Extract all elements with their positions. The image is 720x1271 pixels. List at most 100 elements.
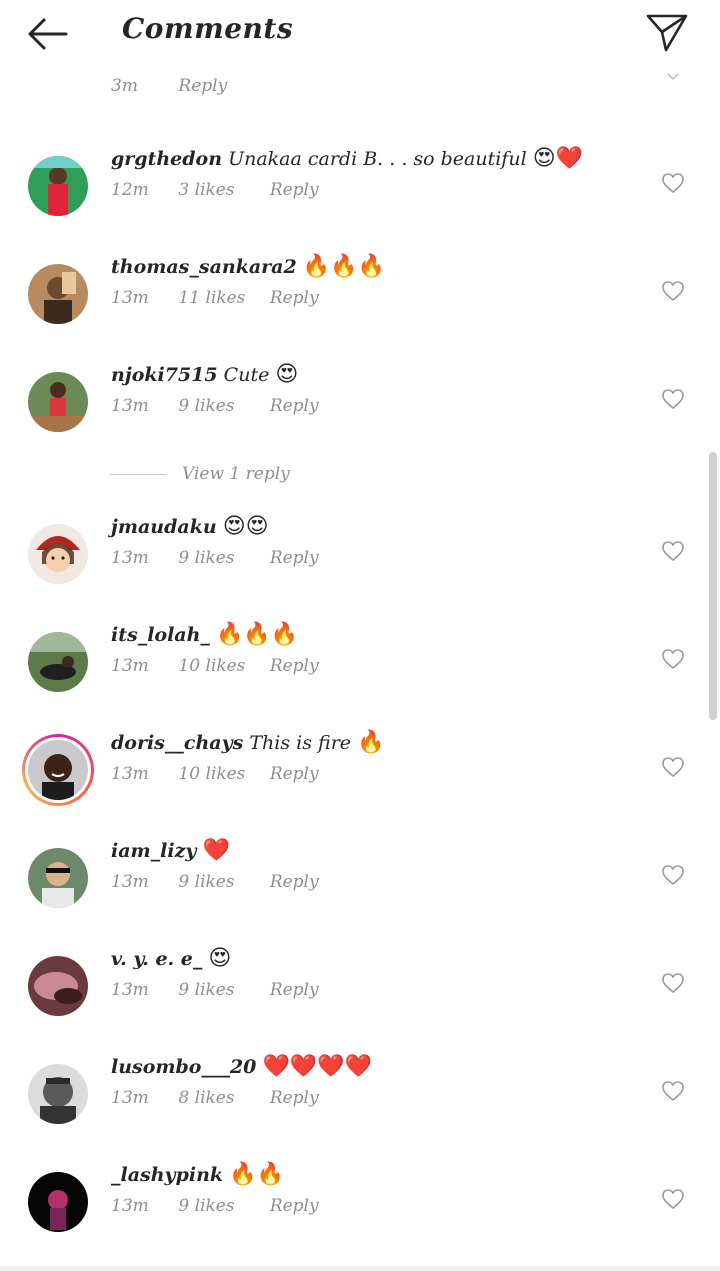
comment-username[interactable]: iam_lizy: [111, 840, 196, 862]
comment-emoji: 🔥🔥🔥: [302, 254, 385, 279]
comment-likes[interactable]: 9 likes: [178, 980, 264, 1000]
comment-meta: 13m 10 likes Reply: [111, 764, 319, 784]
comment-likes[interactable]: 10 likes: [178, 656, 264, 676]
comment-meta: 12m 3 likes Reply: [111, 180, 319, 200]
comment-text-line: lusombo___20 ❤️❤️❤️❤️: [111, 1054, 630, 1079]
comment-text-line: thomas_sankara2 🔥🔥🔥: [111, 254, 630, 279]
scrollbar[interactable]: [709, 452, 717, 720]
comment-username[interactable]: thomas_sankara2: [111, 256, 297, 278]
comment-text-line: jmaudaku 😍😍: [111, 514, 630, 539]
divider: [110, 474, 166, 475]
comment-meta: 13m 9 likes Reply: [111, 396, 319, 416]
comment-time: 13m: [111, 288, 149, 308]
reply-button[interactable]: Reply: [270, 1088, 319, 1108]
comment-meta: 13m 9 likes Reply: [111, 980, 319, 1000]
reply-button[interactable]: Reply: [270, 548, 319, 568]
comment-likes[interactable]: 3 likes: [178, 180, 264, 200]
avatar[interactable]: [28, 156, 88, 216]
avatar[interactable]: [28, 1064, 88, 1124]
comment-body: This is fire: [249, 732, 352, 754]
comment-time: 13m: [111, 548, 149, 568]
comment-username[interactable]: doris__chays: [111, 732, 243, 754]
reply-button[interactable]: Reply: [270, 656, 319, 676]
comment-emoji: 😍: [275, 362, 299, 387]
comment-username[interactable]: _lashypink: [111, 1164, 223, 1186]
comment-meta: 13m 10 likes Reply: [111, 656, 319, 676]
heart-icon[interactable]: [661, 172, 685, 194]
avatar[interactable]: [28, 848, 88, 908]
comment-username[interactable]: jmaudaku: [111, 516, 217, 538]
avatar[interactable]: [28, 524, 88, 584]
reply-button[interactable]: Reply: [270, 764, 319, 784]
heart-icon[interactable]: [661, 1188, 685, 1210]
heart-icon[interactable]: [661, 648, 685, 670]
reply-button[interactable]: Reply: [270, 980, 319, 1000]
comment-likes[interactable]: 9 likes: [178, 548, 264, 568]
comment-meta: 13m 8 likes Reply: [111, 1088, 319, 1108]
comment-item: njoki7515 Cute 😍 13m 9 likes Reply: [0, 362, 720, 452]
comment-likes[interactable]: 11 likes: [178, 288, 264, 308]
heart-icon[interactable]: [661, 388, 685, 410]
comment-time: 13m: [111, 1088, 149, 1108]
comment-time: 13m: [111, 1196, 149, 1216]
comment-item: jmaudaku 😍😍 13m 9 likes Reply: [0, 514, 720, 604]
comment-emoji: 🔥🔥: [229, 1162, 284, 1187]
comment-meta: 13m 9 likes Reply: [111, 1196, 319, 1216]
heart-icon[interactable]: [661, 540, 685, 562]
avatar[interactable]: [28, 1172, 88, 1232]
heart-icon[interactable]: [661, 972, 685, 994]
header: Comments: [0, 0, 720, 68]
comment-likes[interactable]: 10 likes: [178, 764, 264, 784]
comment-text-line: njoki7515 Cute 😍: [111, 362, 630, 387]
view-replies-button[interactable]: View 1 reply: [110, 464, 310, 488]
reply-button[interactable]: Reply: [270, 288, 319, 308]
comment-username[interactable]: grgthedon: [111, 148, 222, 170]
comment-likes[interactable]: 9 likes: [178, 396, 264, 416]
paper-plane-icon[interactable]: [644, 10, 690, 56]
comment-likes[interactable]: 9 likes: [178, 1196, 264, 1216]
comment-likes[interactable]: 8 likes: [178, 1088, 264, 1108]
comment-username[interactable]: v. y. e. e_: [111, 948, 202, 970]
comment-username[interactable]: lusombo___20: [111, 1056, 256, 1078]
avatar[interactable]: [28, 264, 88, 324]
comment-item: lusombo___20 ❤️❤️❤️❤️ 13m 8 likes Reply: [0, 1054, 720, 1144]
comment-item: v. y. e. e_ 😍 13m 9 likes Reply: [0, 946, 720, 1036]
heart-icon[interactable]: [661, 864, 685, 886]
comment-time: 3m: [111, 76, 138, 96]
comment-text-line: _lashypink 🔥🔥: [111, 1162, 630, 1187]
arrow-left-icon[interactable]: [24, 14, 70, 54]
avatar[interactable]: [28, 372, 88, 432]
comment-item: doris__chays This is fire 🔥 13m 10 likes…: [0, 730, 720, 820]
heart-icon[interactable]: [661, 1080, 685, 1102]
comment-meta: 13m 9 likes Reply: [111, 872, 319, 892]
comment-meta: 13m 9 likes Reply: [111, 548, 319, 568]
comment-emoji: 😍❤️: [532, 146, 584, 171]
heart-icon[interactable]: [661, 280, 685, 302]
comment-emoji: ❤️❤️❤️❤️: [262, 1054, 373, 1079]
comment-time: 13m: [111, 764, 149, 784]
view-replies-label: View 1 reply: [182, 464, 290, 484]
page-title: Comments: [122, 12, 294, 45]
comment-emoji: 🔥🔥🔥: [215, 622, 299, 647]
avatar[interactable]: [22, 734, 94, 806]
comment-body: Unakaa cardi B. . . so beautiful: [228, 148, 527, 170]
reply-button[interactable]: Reply: [178, 76, 227, 96]
reply-button[interactable]: Reply: [270, 872, 319, 892]
comment-username[interactable]: its_lolah_: [111, 624, 210, 646]
comment-meta: 3m Reply: [111, 76, 227, 96]
comment-likes[interactable]: 9 likes: [178, 872, 264, 892]
comment-emoji: 😍😍: [222, 514, 269, 539]
comments-list: 3m Reply grgthedon Unakaa cardi B. . . s…: [0, 0, 720, 1271]
avatar[interactable]: [28, 632, 88, 692]
comment-time: 13m: [111, 396, 149, 416]
comment-username[interactable]: njoki7515: [111, 364, 218, 386]
comment-text-line: doris__chays This is fire 🔥: [111, 730, 630, 755]
reply-button[interactable]: Reply: [270, 396, 319, 416]
heart-icon[interactable]: [661, 756, 685, 778]
comment-item: its_lolah_ 🔥🔥🔥 13m 10 likes Reply: [0, 622, 720, 712]
reply-button[interactable]: Reply: [270, 1196, 319, 1216]
comment-emoji: 😍: [208, 946, 232, 971]
avatar[interactable]: [28, 956, 88, 1016]
chevron-down-icon: [667, 73, 679, 81]
reply-button[interactable]: Reply: [270, 180, 319, 200]
